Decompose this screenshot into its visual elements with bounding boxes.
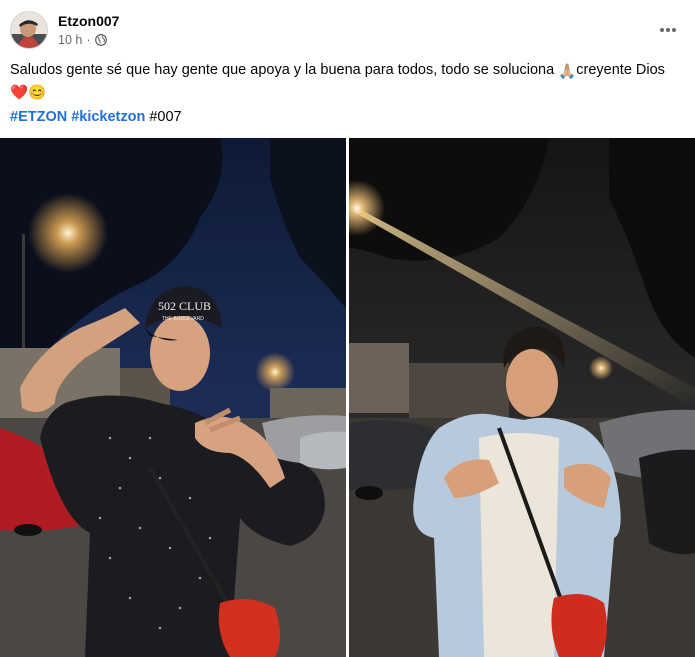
caption-text-2: creyente Dios (576, 62, 665, 78)
smile-emoji: 😊 (28, 85, 47, 101)
folded-hands-emoji: 🙏🏼 (558, 64, 577, 80)
cap-subtext: THE BOULEVARD (162, 316, 204, 322)
hashtag-etzon[interactable]: #ETZON (10, 109, 67, 125)
post-photo-right[interactable] (349, 138, 695, 657)
author-name[interactable]: Etzon007 (58, 13, 119, 29)
globe-icon[interactable] (94, 34, 107, 46)
more-options-icon[interactable] (657, 19, 679, 41)
post-photo-left[interactable]: 502 CLUB THE BOULEVARD (0, 138, 346, 657)
caption-text: Saludos gente sé que hay gente que apoya… (10, 62, 559, 78)
hashtag-row: #ETZON #kicketzon #007 (10, 108, 182, 127)
author-avatar[interactable] (10, 11, 48, 49)
heart-emoji: ❤️ (10, 85, 29, 101)
post-header: Etzon007 10 h · (10, 11, 685, 51)
post-timestamp[interactable]: 10 h (58, 33, 82, 47)
cap-text: 502 CLUB (158, 299, 211, 313)
post-caption: Saludos gente sé que hay gente que apoya… (10, 61, 685, 103)
meta-separator: · (86, 33, 91, 47)
hashtag-kicketzon[interactable]: #kicketzon (71, 109, 145, 125)
post-meta: 10 h · (58, 33, 107, 47)
avatar-image (11, 12, 47, 48)
facebook-post: Etzon007 10 h · Saludos gente sé que hay… (0, 0, 695, 657)
tag-007: #007 (149, 109, 182, 125)
